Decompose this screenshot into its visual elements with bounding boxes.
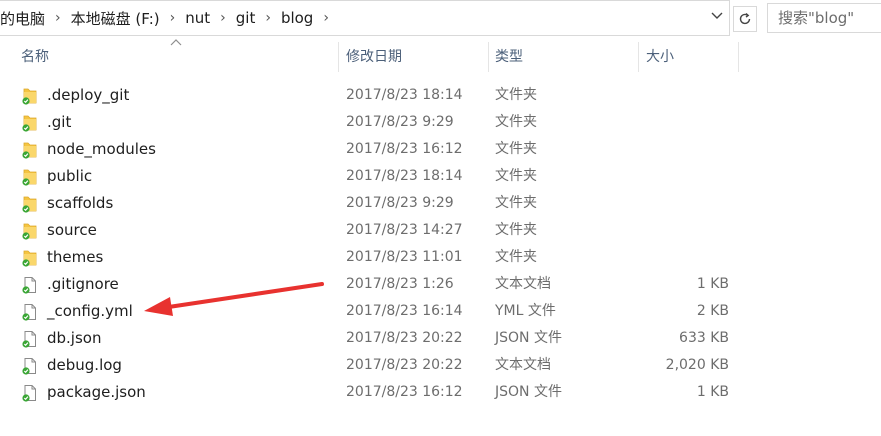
file-name[interactable]: node_modules (47, 136, 156, 163)
file-name[interactable]: .deploy_git (47, 82, 129, 109)
file-synced-icon (21, 276, 39, 294)
file-row[interactable]: .git 2017/8/23 9:29 文件夹 (0, 109, 760, 136)
column-divider[interactable] (338, 42, 339, 72)
file-name[interactable]: scaffolds (47, 190, 113, 217)
file-size (639, 163, 729, 190)
file-type: 文件夹 (495, 168, 537, 184)
address-bar-area: 的电脑 › 本地磁盘 (F:) › nut › git › blog › (0, 0, 881, 37)
chevron-down-icon[interactable] (710, 9, 724, 23)
refresh-icon (739, 12, 751, 25)
file-size (639, 109, 729, 136)
column-divider[interactable] (488, 42, 489, 72)
file-name[interactable]: public (47, 163, 92, 190)
breadcrumb-item-pc[interactable]: 的电脑 (0, 8, 45, 29)
file-synced-icon (21, 330, 39, 348)
file-row[interactable]: .gitignore 2017/8/23 1:26 文本文档 1 KB (0, 271, 760, 298)
file-synced-icon (21, 384, 39, 402)
file-date: 2017/8/23 20:22 (346, 357, 463, 373)
file-name[interactable]: db.json (47, 325, 101, 352)
file-size (639, 82, 729, 109)
file-row[interactable]: public 2017/8/23 18:14 文件夹 (0, 163, 760, 190)
file-row[interactable]: source 2017/8/23 14:27 文件夹 (0, 217, 760, 244)
file-date: 2017/8/23 16:14 (346, 303, 463, 319)
search-input[interactable] (778, 9, 878, 27)
file-row[interactable]: themes 2017/8/23 11:01 文件夹 (0, 244, 760, 271)
file-size: 1 KB (696, 384, 729, 400)
file-type: 文件夹 (495, 87, 537, 103)
file-date: 2017/8/23 16:12 (346, 384, 463, 400)
file-size: 1 KB (696, 276, 729, 292)
search-box[interactable] (767, 3, 881, 33)
chevron-right-icon[interactable]: › (220, 10, 226, 26)
column-divider[interactable] (638, 42, 639, 72)
file-size: 2 KB (696, 303, 729, 319)
folder-synced-icon (21, 249, 39, 267)
file-type: 文件夹 (495, 141, 537, 157)
file-row[interactable]: _config.yml 2017/8/23 16:14 YML 文件 2 KB (0, 298, 760, 325)
file-type: YML 文件 (495, 303, 556, 319)
file-row[interactable]: debug.log 2017/8/23 20:22 文本文档 2,020 KB (0, 352, 760, 379)
refresh-button[interactable] (733, 6, 757, 32)
column-header: 名称 修改日期 类型 大小 (0, 42, 881, 72)
file-type: 文件夹 (495, 249, 537, 265)
folder-synced-icon (21, 87, 39, 105)
file-type: 文件夹 (495, 195, 537, 211)
file-date: 2017/8/23 18:14 (346, 87, 463, 103)
chevron-right-icon[interactable]: › (170, 10, 176, 26)
file-size: 2,020 KB (665, 357, 729, 373)
file-date: 2017/8/23 20:22 (346, 330, 463, 346)
file-type: 文件夹 (495, 222, 537, 238)
breadcrumb-item-blog[interactable]: blog (281, 9, 313, 27)
file-size (639, 136, 729, 163)
folder-synced-icon (21, 114, 39, 132)
file-date: 2017/8/23 9:29 (346, 195, 454, 211)
breadcrumb-item-drive[interactable]: 本地磁盘 (F:) (71, 8, 160, 29)
file-type: 文本文档 (495, 276, 551, 292)
file-name[interactable]: themes (47, 244, 103, 271)
column-header-date[interactable]: 修改日期 (346, 42, 402, 72)
file-date: 2017/8/23 11:01 (346, 249, 463, 265)
file-row[interactable]: package.json 2017/8/23 16:12 JSON 文件 1 KB (0, 379, 760, 406)
red-arrow-annotation (144, 282, 324, 316)
file-row[interactable]: .deploy_git 2017/8/23 18:14 文件夹 (0, 82, 760, 109)
column-header-type[interactable]: 类型 (495, 42, 523, 72)
file-date: 2017/8/23 16:12 (346, 141, 463, 157)
file-name[interactable]: _config.yml (47, 298, 133, 325)
file-size (639, 190, 729, 217)
file-row[interactable]: node_modules 2017/8/23 16:12 文件夹 (0, 136, 760, 163)
breadcrumb-item-nut[interactable]: nut (185, 9, 210, 27)
column-header-name[interactable]: 名称 (21, 42, 49, 72)
file-name[interactable]: debug.log (47, 352, 122, 379)
chevron-right-icon[interactable]: › (323, 10, 329, 26)
file-date: 2017/8/23 14:27 (346, 222, 463, 238)
breadcrumb-item-git[interactable]: git (236, 9, 256, 27)
file-name[interactable]: package.json (47, 379, 146, 406)
chevron-right-icon[interactable]: › (265, 10, 271, 26)
file-size (639, 244, 729, 271)
file-row[interactable]: db.json 2017/8/23 20:22 JSON 文件 633 KB (0, 325, 760, 352)
file-size: 633 KB (679, 330, 729, 346)
file-synced-icon (21, 303, 39, 321)
file-size (639, 217, 729, 244)
file-name[interactable]: source (47, 217, 97, 244)
file-synced-icon (21, 357, 39, 375)
chevron-right-icon[interactable]: › (55, 10, 61, 26)
file-type: JSON 文件 (495, 330, 562, 346)
folder-synced-icon (21, 141, 39, 159)
file-date: 2017/8/23 18:14 (346, 168, 463, 184)
folder-synced-icon (21, 222, 39, 240)
column-header-size[interactable]: 大小 (646, 42, 674, 72)
file-date: 2017/8/23 1:26 (346, 276, 454, 292)
file-name[interactable]: .gitignore (47, 271, 119, 298)
file-type: 文本文档 (495, 357, 551, 373)
file-name[interactable]: .git (47, 109, 71, 136)
file-type: 文件夹 (495, 114, 537, 130)
file-row[interactable]: scaffolds 2017/8/23 9:29 文件夹 (0, 190, 760, 217)
column-divider[interactable] (738, 42, 739, 72)
file-date: 2017/8/23 9:29 (346, 114, 454, 130)
breadcrumb[interactable]: 的电脑 › 本地磁盘 (F:) › nut › git › blog › (0, 0, 730, 36)
folder-synced-icon (21, 168, 39, 186)
folder-synced-icon (21, 195, 39, 213)
file-type: JSON 文件 (495, 384, 562, 400)
